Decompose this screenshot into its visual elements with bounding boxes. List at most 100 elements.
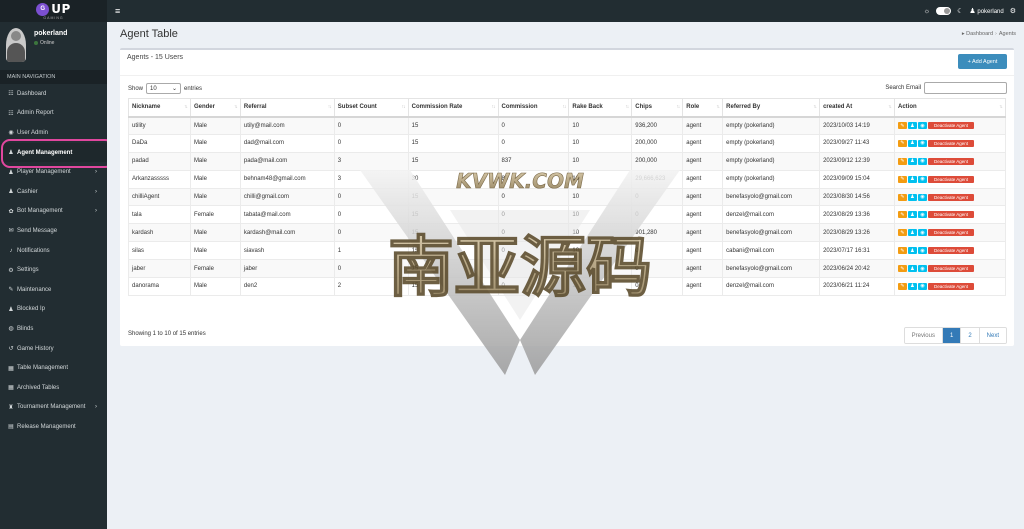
sidebar-item-blinds[interactable]: ◍ Blinds — [0, 319, 107, 339]
edit-icon[interactable]: ✎ — [898, 265, 908, 273]
user-icon[interactable]: ♟ — [908, 211, 918, 219]
logo-bar[interactable]: G UP GAMING — [0, 0, 107, 22]
sidebar-item-dashboard[interactable]: ☷ Dashboard — [0, 84, 107, 104]
eye-icon[interactable]: ◉ — [918, 211, 928, 219]
column-header-commission-rate[interactable]: Commission Rate ↑↓ — [407, 98, 499, 118]
sidebar-item-game-history[interactable]: ↺ Game History — [0, 339, 107, 359]
deactivate-agent-button[interactable]: Deactivate Agent — [928, 157, 975, 165]
chevron-right-icon: › — [95, 188, 97, 195]
deactivate-agent-button[interactable]: Deactivate Agent — [928, 265, 975, 273]
column-header-commission[interactable]: Commission ↑↓ — [497, 98, 570, 118]
gear-icon[interactable]: ⚙ — [1010, 7, 1016, 15]
sidebar-item-player-management[interactable]: ♟ Player Management › — [0, 162, 107, 182]
deactivate-agent-button[interactable]: Deactivate Agent — [928, 139, 975, 147]
sidebar-item-table-management[interactable]: ▦ Table Management — [0, 358, 107, 378]
sidebar-item-user-admin[interactable]: ◉ User Admin — [0, 123, 107, 143]
deactivate-agent-button[interactable]: Deactivate Agent — [928, 175, 975, 183]
breadcrumb-home[interactable]: ▸ Dashboard — [962, 31, 993, 37]
user-icon[interactable]: ♟ — [908, 247, 918, 255]
pagination-page-2[interactable]: 2 — [960, 328, 979, 343]
sidebar-item-tournament-management[interactable]: ♜ Tournament Management › — [0, 398, 107, 418]
column-header-chips[interactable]: Chips ↑↓ — [631, 98, 684, 118]
edit-icon[interactable]: ✎ — [898, 211, 908, 219]
eye-icon[interactable]: ◉ — [918, 247, 928, 255]
column-header-label: Commission Rate — [411, 104, 463, 111]
edit-icon[interactable]: ✎ — [898, 193, 908, 201]
column-header-nickname[interactable]: Nickname ↑↓ — [128, 98, 191, 118]
user-icon[interactable]: ♟ — [908, 139, 918, 147]
table-cell: empty (pokerland) — [722, 133, 821, 153]
table-cell: 2023/07/17 16:31 — [819, 241, 896, 261]
deactivate-agent-button[interactable]: Deactivate Agent — [928, 247, 975, 255]
pagination-previous[interactable]: Previous — [904, 328, 942, 343]
eye-icon[interactable]: ◉ — [918, 157, 928, 165]
user-icon[interactable]: ♟ — [908, 229, 918, 237]
user-icon[interactable]: ♟ — [908, 282, 918, 290]
agents-box: Agents - 15 Users + Add Agent Show 10 ⌄ e… — [120, 48, 1014, 346]
column-header-referral[interactable]: Referral ↑↓ — [239, 98, 335, 118]
sidebar-item-label: Cashier — [17, 188, 38, 195]
sidebar-item-send-message[interactable]: ✉ Send Message — [0, 221, 107, 241]
user-icon[interactable]: ♟ — [908, 157, 918, 165]
deactivate-agent-button[interactable]: Deactivate Agent — [928, 193, 975, 201]
table-cell: agent — [682, 205, 724, 225]
edit-icon[interactable]: ✎ — [898, 175, 908, 183]
sidebar-item-admin-report[interactable]: ☷ Admin Report — [0, 104, 107, 124]
pagination-page-1[interactable]: 1 — [941, 328, 961, 343]
eye-icon[interactable]: ◉ — [918, 139, 928, 147]
table-cell: 10 — [568, 241, 633, 261]
column-header-subset-count[interactable]: Subset Count ↑↓ — [333, 98, 409, 118]
sidebar-item-bot-management[interactable]: ✿ Bot Management › — [0, 202, 107, 222]
pagination-next[interactable]: Next — [978, 328, 1006, 343]
menu-toggle-icon[interactable]: ≡ — [115, 6, 120, 16]
sun-icon[interactable]: ☼ — [924, 8, 930, 15]
edit-icon[interactable]: ✎ — [898, 282, 908, 290]
sort-icon: ↑↓ — [183, 104, 188, 110]
sidebar-item-notifications[interactable]: ♪ Notifications — [0, 241, 107, 261]
edit-icon[interactable]: ✎ — [898, 229, 908, 237]
deactivate-agent-button[interactable]: Deactivate Agent — [928, 282, 975, 290]
sidebar-item-blocked-ip[interactable]: ♟ Blocked Ip — [0, 300, 107, 320]
user-icon[interactable]: ♟ — [908, 265, 918, 273]
search-email-input[interactable] — [924, 82, 1007, 94]
add-agent-button[interactable]: + Add Agent — [958, 54, 1007, 69]
logo[interactable]: G UP GAMING — [36, 2, 71, 20]
column-header-rake-back[interactable]: Rake Back ↑↓ — [568, 98, 633, 118]
eye-icon[interactable]: ◉ — [918, 282, 928, 290]
column-header-created-at[interactable]: created At ↑↓ — [819, 98, 896, 118]
eye-icon[interactable]: ◉ — [918, 122, 928, 130]
sidebar-item-release-management[interactable]: ▤ Release Management — [0, 417, 107, 437]
eye-icon[interactable]: ◉ — [918, 265, 928, 273]
user-menu[interactable]: ♟ pokerland — [969, 7, 1003, 15]
user-icon[interactable]: ♟ — [908, 122, 918, 130]
entries-select[interactable]: 10 ⌄ — [146, 83, 182, 94]
table-cell: 15 — [407, 133, 499, 153]
deactivate-agent-button[interactable]: Deactivate Agent — [928, 122, 975, 130]
eye-icon[interactable]: ◉ — [918, 229, 928, 237]
column-header-gender[interactable]: Gender ↑↓ — [189, 98, 241, 118]
edit-icon[interactable]: ✎ — [898, 122, 908, 130]
column-header-referred-by[interactable]: Referred By ↑↓ — [722, 98, 821, 118]
deactivate-agent-button[interactable]: Deactivate Agent — [928, 211, 975, 219]
deactivate-agent-button[interactable]: Deactivate Agent — [928, 229, 975, 237]
edit-icon[interactable]: ✎ — [898, 157, 908, 165]
edit-icon[interactable]: ✎ — [898, 247, 908, 255]
sidebar-item-settings[interactable]: ⚙ Settings — [0, 260, 107, 280]
eye-icon[interactable]: ◉ — [918, 193, 928, 201]
table-cell: 2023/09/09 15:04 — [819, 169, 896, 189]
column-header-role[interactable]: Role ↑↓ — [682, 98, 724, 118]
theme-toggle[interactable] — [936, 7, 952, 15]
sidebar-item-agent-management[interactable]: ♟ Agent Management — [0, 142, 107, 163]
table-cell: kardash — [128, 223, 191, 243]
user-icon[interactable]: ♟ — [908, 193, 918, 201]
agents-table: Nickname ↑↓ Gender ↑↓ Referral ↑↓ Subset Count… — [128, 98, 1006, 296]
edit-icon[interactable]: ✎ — [898, 139, 908, 147]
user-icon[interactable]: ♟ — [908, 175, 918, 183]
moon-icon[interactable]: ☾ — [957, 7, 963, 15]
sidebar-item-archived-tables[interactable]: ▦ Archived Tables — [0, 378, 107, 398]
sidebar-item-maintenance[interactable]: ✎ Maintenance — [0, 280, 107, 300]
table-cell: 2023/06/21 11:24 — [819, 277, 896, 296]
sidebar-item-cashier[interactable]: ♟ Cashier › — [0, 182, 107, 202]
column-header-action[interactable]: Action ↑↓ — [894, 98, 1006, 118]
eye-icon[interactable]: ◉ — [918, 175, 928, 183]
